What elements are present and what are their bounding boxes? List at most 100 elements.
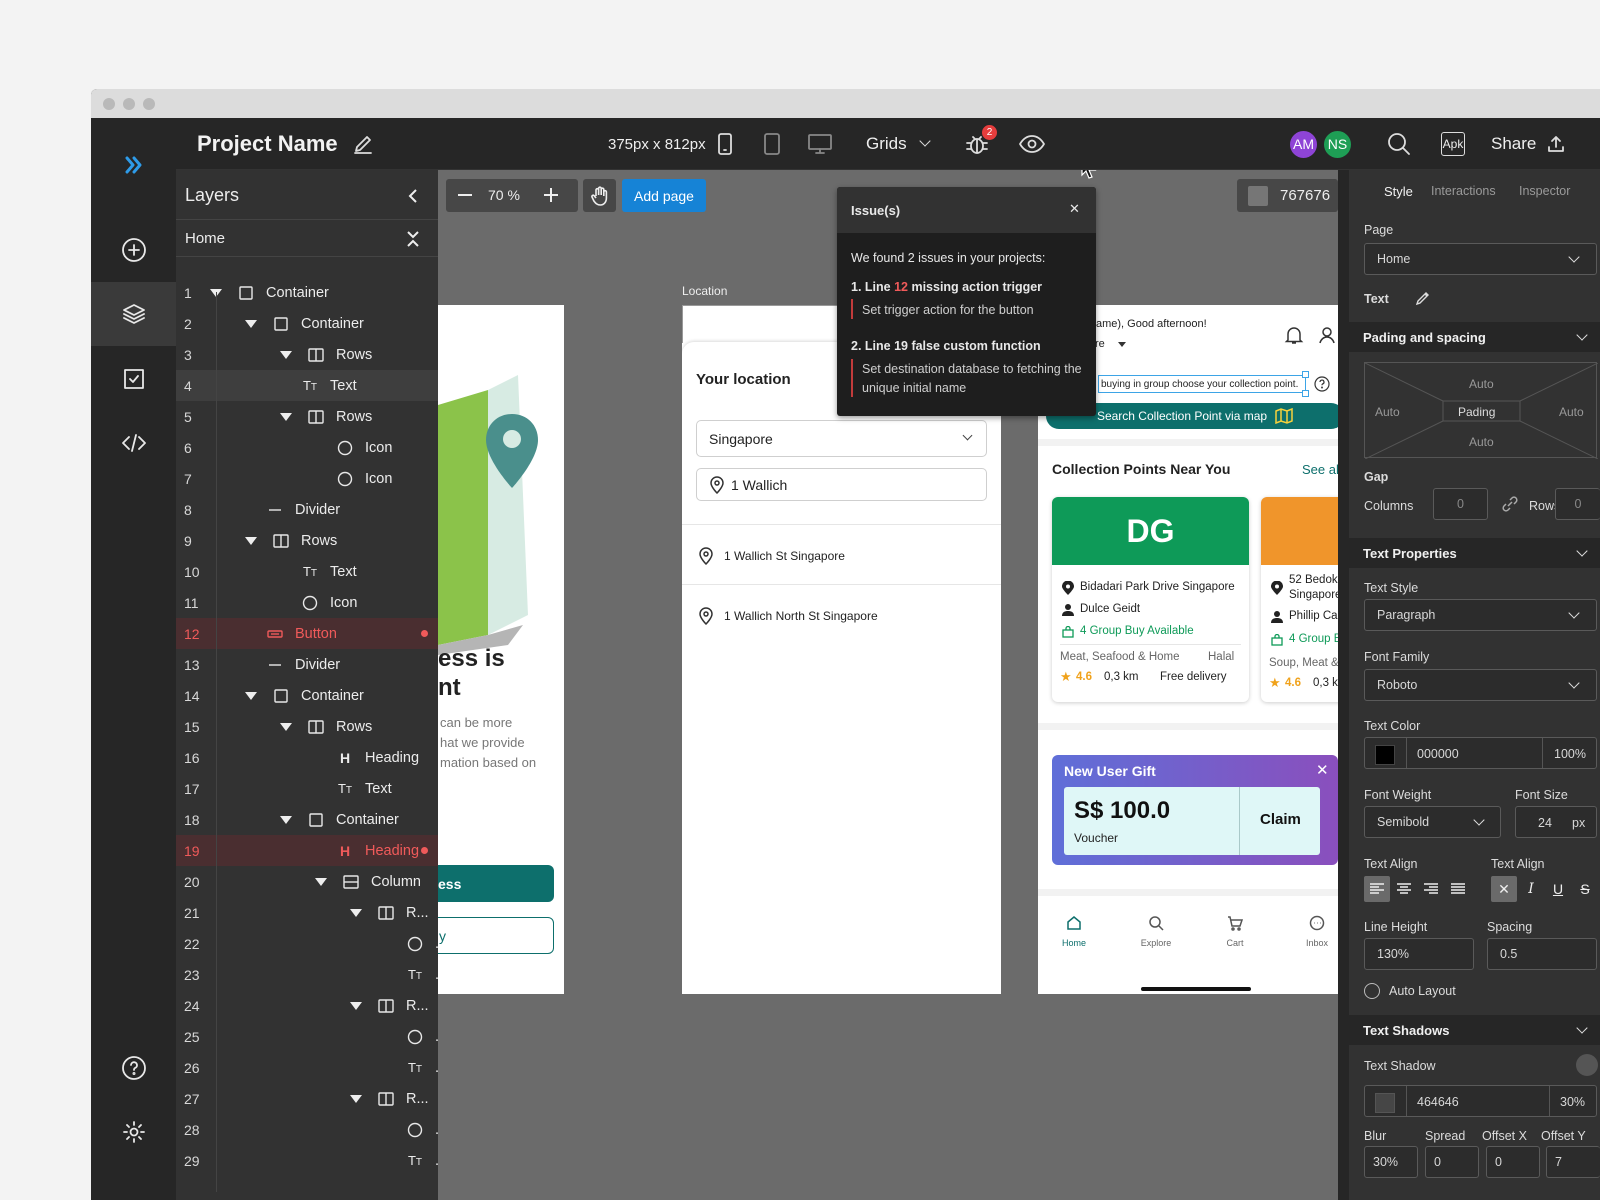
align-right-icon[interactable]	[1418, 876, 1444, 902]
text-shadows-section-header[interactable]: Text Shadows	[1349, 1015, 1600, 1045]
expand-arrow-icon[interactable]	[245, 691, 257, 700]
tablet-device-icon[interactable]	[762, 118, 782, 170]
text-style-select[interactable]: Paragraph	[1364, 599, 1597, 631]
nav-item-home[interactable]: Home	[1056, 915, 1092, 948]
expand-arrow-icon[interactable]	[350, 908, 362, 917]
padding-left[interactable]: Auto	[1375, 405, 1400, 419]
expand-arrow-icon[interactable]	[280, 815, 292, 824]
nav-item-cart[interactable]: Cart	[1220, 915, 1250, 948]
issue-item[interactable]: 2. Line 19 false custom function	[851, 339, 1041, 353]
font-size-input[interactable]: 24 px	[1515, 806, 1597, 838]
country-select[interactable]: Singapore	[696, 420, 987, 457]
onboarding-primary-button[interactable]: ess	[438, 865, 554, 902]
expand-arrow-icon[interactable]	[245, 536, 257, 545]
issues-bug-icon[interactable]: 2	[964, 118, 997, 170]
project-name[interactable]: Project Name	[197, 131, 338, 157]
padding-top[interactable]: Auto	[1469, 377, 1494, 391]
align-justify-icon[interactable]	[1445, 876, 1471, 902]
design-canvas[interactable]: 70 % Add page 767676 ess is nt can be mo…	[438, 170, 1338, 1200]
font-weight-select[interactable]: Semibold	[1364, 806, 1501, 838]
expand-arrow-icon[interactable]	[350, 1001, 362, 1010]
nav-item-inbox[interactable]: Inbox	[1300, 915, 1334, 948]
share-button[interactable]: Share	[1491, 118, 1566, 170]
address-search-input[interactable]: 1 Wallich	[696, 468, 987, 501]
mobile-device-icon[interactable]	[715, 118, 735, 170]
add-page-button[interactable]: Add page	[622, 179, 706, 212]
expand-arrow-icon[interactable]	[280, 722, 292, 731]
see-all-link[interactable]: See all	[1302, 462, 1338, 477]
auto-layout-radio[interactable]	[1364, 983, 1380, 999]
bell-icon[interactable]	[1284, 325, 1304, 345]
padding-bottom[interactable]: Auto	[1469, 435, 1494, 449]
search-icon[interactable]	[1386, 118, 1412, 170]
clear-format-icon[interactable]: ✕	[1491, 876, 1517, 902]
expand-arrow-icon[interactable]	[245, 319, 257, 328]
expand-arrow-icon[interactable]	[350, 1094, 362, 1103]
user-icon[interactable]	[1317, 325, 1337, 345]
expand-arrow-icon[interactable]	[280, 350, 292, 359]
italic-icon[interactable]: I	[1518, 876, 1544, 902]
tab-inspector[interactable]: Inspector	[1519, 184, 1570, 198]
window-dot[interactable]	[103, 98, 115, 110]
shadow-opacity[interactable]: 30%	[1560, 1095, 1585, 1109]
desktop-device-icon[interactable]	[807, 118, 833, 170]
apk-button[interactable]: Apk	[1441, 118, 1465, 170]
text-color-opacity[interactable]: 100%	[1554, 747, 1586, 761]
font-family-select[interactable]: Roboto	[1364, 669, 1597, 701]
grids-dropdown[interactable]: Grids	[866, 118, 931, 170]
avatar[interactable]: AM	[1288, 128, 1319, 160]
selected-text-element[interactable]: buying in group choose your collection p…	[1098, 375, 1306, 393]
hand-tool-button[interactable]	[583, 179, 616, 212]
claim-button[interactable]: Claim	[1260, 811, 1301, 828]
padding-section-header[interactable]: Pading and spacing	[1349, 322, 1600, 352]
line-height-input[interactable]: 130%	[1364, 938, 1474, 970]
expand-arrow-icon[interactable]	[280, 412, 292, 421]
shadow-color-input[interactable]: 464646 30%	[1364, 1085, 1597, 1117]
help-icon[interactable]	[1314, 376, 1330, 392]
phone-screen-onboarding[interactable]: ess is nt can be more hat we provide mat…	[438, 305, 564, 994]
strikethrough-icon[interactable]: S	[1572, 876, 1598, 902]
expand-arrow-icon[interactable]	[315, 877, 327, 886]
text-properties-section-header[interactable]: Text Properties	[1349, 538, 1600, 568]
link-icon[interactable]	[1501, 495, 1519, 513]
list-item[interactable]: 1 Wallich St Singapore	[682, 525, 1001, 585]
color-chip[interactable]: 767676	[1237, 179, 1338, 212]
tab-interactions[interactable]: Interactions	[1431, 184, 1496, 198]
settings-gear-icon[interactable]	[91, 1100, 176, 1164]
help-icon[interactable]	[91, 1036, 176, 1100]
blur-input[interactable]: 30%	[1364, 1146, 1418, 1178]
edit-pencil-icon[interactable]	[352, 133, 374, 155]
offset-x-input[interactable]: 0	[1486, 1146, 1540, 1178]
close-icon[interactable]: ✕	[1069, 201, 1080, 217]
close-icon[interactable]: ✕	[1316, 761, 1329, 779]
onboarding-secondary-button[interactable]: y	[438, 917, 554, 954]
resize-handle[interactable]	[1302, 371, 1309, 378]
resize-handle[interactable]	[1302, 390, 1309, 397]
collapse-panel-icon[interactable]	[406, 189, 420, 203]
edit-pencil-icon[interactable]	[1415, 290, 1431, 306]
text-color-input[interactable]: 000000 100%	[1364, 737, 1597, 769]
zoom-in-button[interactable]	[544, 188, 558, 202]
align-left-icon[interactable]	[1364, 876, 1390, 902]
frame-check-icon[interactable]	[91, 347, 176, 411]
issue-item[interactable]: 1. Line 12 missing action trigger	[851, 280, 1042, 294]
window-dot[interactable]	[143, 98, 155, 110]
tab-style[interactable]: Style	[1384, 184, 1413, 199]
code-icon[interactable]	[91, 411, 176, 475]
padding-box[interactable]: Auto Auto Pading Auto Auto	[1364, 362, 1598, 459]
spacing-input[interactable]: 0.5	[1487, 938, 1597, 970]
offset-y-input[interactable]: 7	[1546, 1146, 1600, 1178]
align-center-icon[interactable]	[1391, 876, 1417, 902]
add-icon[interactable]	[91, 218, 176, 282]
preview-eye-icon[interactable]	[1018, 118, 1046, 170]
rows-input[interactable]: 0	[1555, 488, 1600, 520]
text-shadow-toggle[interactable]	[1576, 1054, 1598, 1076]
collection-point-card[interactable]: DG Bidadari Park Drive Singapore Dulce G…	[1052, 497, 1249, 702]
columns-input[interactable]: 0	[1433, 488, 1488, 520]
new-user-gift-banner[interactable]: New User Gift ✕ S$ 100.0 Voucher Claim	[1052, 755, 1338, 865]
collection-point-card[interactable]: P 52 Bedok Res Singapore 47 Phillip Card…	[1261, 497, 1338, 702]
expand-collapse-icon[interactable]	[406, 230, 420, 248]
padding-right[interactable]: Auto	[1559, 405, 1584, 419]
spread-input[interactable]: 0	[1425, 1146, 1479, 1178]
layers-icon[interactable]	[91, 282, 176, 346]
